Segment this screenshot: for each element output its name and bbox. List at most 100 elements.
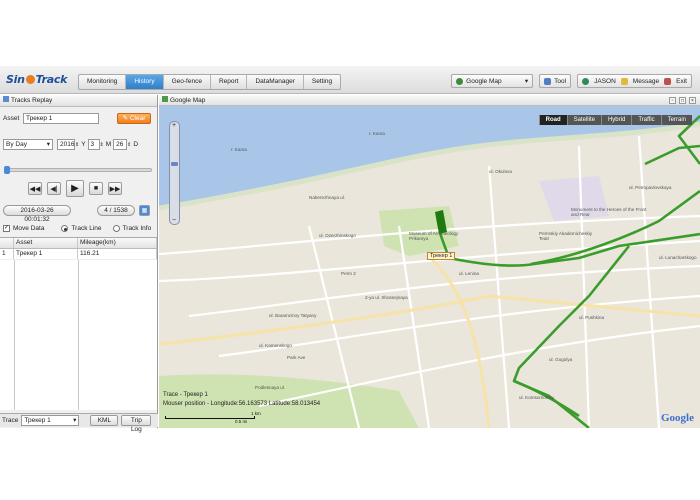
table-row[interactable]: 1 Трекер 1 116.21 <box>0 249 157 260</box>
exit-link[interactable]: Exit <box>676 78 687 85</box>
map-label: Naberezhnaya ul. <box>309 195 346 200</box>
map-label: ul. Kamenskogo <box>259 343 292 348</box>
exit-icon <box>664 77 672 85</box>
asset-row: Asset Трекер 1 ✎ Clear <box>3 113 155 124</box>
map-label: r. Kama <box>369 131 385 136</box>
nav-geofence[interactable]: Geo-fence <box>164 75 211 89</box>
track-line-radio[interactable] <box>61 225 69 232</box>
map-type-switcher: Road Satellite Hybrid Traffic Terrain <box>538 115 692 125</box>
chevron-down-icon: ▾ <box>46 141 50 148</box>
options-row: ✓ Move Data Track Line Track Info <box>3 225 155 232</box>
stop-icon: ■ <box>93 185 99 192</box>
window-buttons: ▫ □ × <box>669 97 696 104</box>
map-label: Park Ave <box>287 355 306 360</box>
status-row: 2016-03-26 00:01:32 4 / 1538 ▦ <box>3 205 150 223</box>
zoom-knob[interactable] <box>171 162 178 166</box>
map-type-road[interactable]: Road <box>538 115 567 125</box>
trip-log-button[interactable]: Trip Log <box>121 415 152 433</box>
nav-report[interactable]: Report <box>211 75 248 89</box>
playback-controls: ◀◀ ◀| ▶ ■ ▶▶ <box>28 180 122 197</box>
move-data-label: Move Data <box>13 225 45 232</box>
map-type-traffic[interactable]: Traffic <box>631 115 661 125</box>
col-header-asset[interactable]: Asset <box>14 238 78 248</box>
year-spinner-icon[interactable]: ⇕ <box>75 142 79 148</box>
asset-label: Asset <box>3 115 20 122</box>
map-label: ul. Okulova <box>489 169 512 174</box>
mileage-table: Asset Mileage(km) 1 Трекер 1 116.21 <box>0 237 157 410</box>
month-spinner-icon[interactable]: ⇕ <box>100 142 104 148</box>
col-header-mileage[interactable]: Mileage(km) <box>78 238 157 248</box>
move-data-checkbox[interactable]: ✓ <box>3 225 10 232</box>
map-canvas[interactable] <box>159 106 700 428</box>
map-label: ul. Gogolya <box>549 357 573 362</box>
map-type-satellite[interactable]: Satellite <box>566 115 601 125</box>
asset-input[interactable]: Трекер 1 <box>23 113 99 124</box>
tool-button[interactable]: Tool <box>539 74 572 88</box>
close-icon[interactable]: × <box>689 97 696 104</box>
main-nav: Monitoring History Geo-fence Report Data… <box>78 74 342 90</box>
day-input[interactable]: 26 <box>113 139 128 150</box>
maximize-icon[interactable]: □ <box>679 97 686 104</box>
clear-button[interactable]: ✎ Clear <box>117 113 151 124</box>
kml-button[interactable]: KML <box>90 415 119 426</box>
map-label: ul. Petropavlovskaya <box>629 185 672 190</box>
map-label: Museum of Archaeology Prikamya <box>409 231 459 241</box>
datetime-display: 2016-03-26 00:01:32 <box>3 205 71 223</box>
zoom-in-icon[interactable]: + <box>172 122 176 129</box>
user-name[interactable]: JASON <box>594 78 616 85</box>
top-right-tools: Google Map ▾ Tool JASON Message Exit <box>451 74 692 90</box>
nav-datamanager[interactable]: DataManager <box>247 75 304 89</box>
trace-label: Trace <box>2 417 19 424</box>
map-label: Perm 2 <box>341 271 356 276</box>
nav-history[interactable]: History <box>126 75 164 89</box>
map-icon <box>162 96 168 102</box>
message-link[interactable]: Message <box>633 78 659 85</box>
rewind-icon: ◀◀ <box>29 185 41 193</box>
tracker-label[interactable]: Трекер 1 <box>427 252 456 260</box>
track-info-radio[interactable] <box>112 225 120 232</box>
map-panel: Google Map ▫ □ × Road Satellite Hybrid T… <box>159 95 700 428</box>
nav-monitoring[interactable]: Monitoring <box>79 75 127 89</box>
map-title-bar: Google Map ▫ □ × <box>159 95 700 106</box>
tracks-replay-panel: Tracks Replay Asset Трекер 1 ✎ Clear By … <box>0 95 158 433</box>
fast-forward-button[interactable]: ▶▶ <box>108 182 122 195</box>
step-back-button[interactable]: ◀| <box>47 182 61 195</box>
restore-icon[interactable]: ▫ <box>669 97 676 104</box>
slider-thumb[interactable] <box>4 166 10 174</box>
map-label: ul. Pushkina <box>579 315 605 320</box>
col-header-index <box>0 238 14 248</box>
nav-setting[interactable]: Setting <box>304 75 340 89</box>
mouse-position: Mouser position - Longitude:56.163573 La… <box>163 401 321 407</box>
zoom-out-icon[interactable]: − <box>172 217 176 224</box>
track-info-label: Track Info <box>122 225 152 232</box>
grid-icon: ▦ <box>141 208 148 214</box>
map-label: ul. Ozerzhinskogo <box>319 233 356 238</box>
globe-icon <box>456 77 464 85</box>
eraser-icon: ✎ <box>122 115 130 122</box>
map-type-terrain[interactable]: Terrain <box>660 115 692 125</box>
panel-title-text: Tracks Replay <box>11 97 53 104</box>
user-box: JASON Message Exit <box>577 74 692 88</box>
trace-select[interactable]: Трекер 1 ▾ <box>21 415 80 426</box>
play-button[interactable]: ▶ <box>66 180 84 197</box>
day-spinner-icon[interactable]: ⇕ <box>127 142 131 148</box>
map-select-value: Google Map <box>466 77 502 85</box>
year-input[interactable]: 2016 <box>57 139 75 150</box>
chevron-down-icon: ▾ <box>73 417 77 424</box>
map-select[interactable]: Google Map ▾ <box>451 74 534 88</box>
user-icon <box>582 77 590 85</box>
settings-grid-button[interactable]: ▦ <box>139 205 150 216</box>
map-type-hybrid[interactable]: Hybrid <box>600 115 632 125</box>
rewind-button[interactable]: ◀◀ <box>28 182 42 195</box>
stop-button[interactable]: ■ <box>89 182 103 195</box>
map-label: ul. Lunacharskogo <box>659 255 697 260</box>
zoom-slider[interactable]: + − <box>169 121 180 225</box>
map-label: Monument to the Heroes of the Front and … <box>571 207 647 217</box>
progress-slider[interactable] <box>4 166 152 174</box>
cell-asset: Трекер 1 <box>14 249 78 259</box>
map-label: ul. Komsomolsky <box>519 395 554 400</box>
mode-select[interactable]: By Day ▾ <box>3 139 53 150</box>
month-input[interactable]: 3 <box>87 139 100 150</box>
mode-select-value: By Day <box>6 141 27 148</box>
track-line-label: Track Line <box>71 225 102 232</box>
